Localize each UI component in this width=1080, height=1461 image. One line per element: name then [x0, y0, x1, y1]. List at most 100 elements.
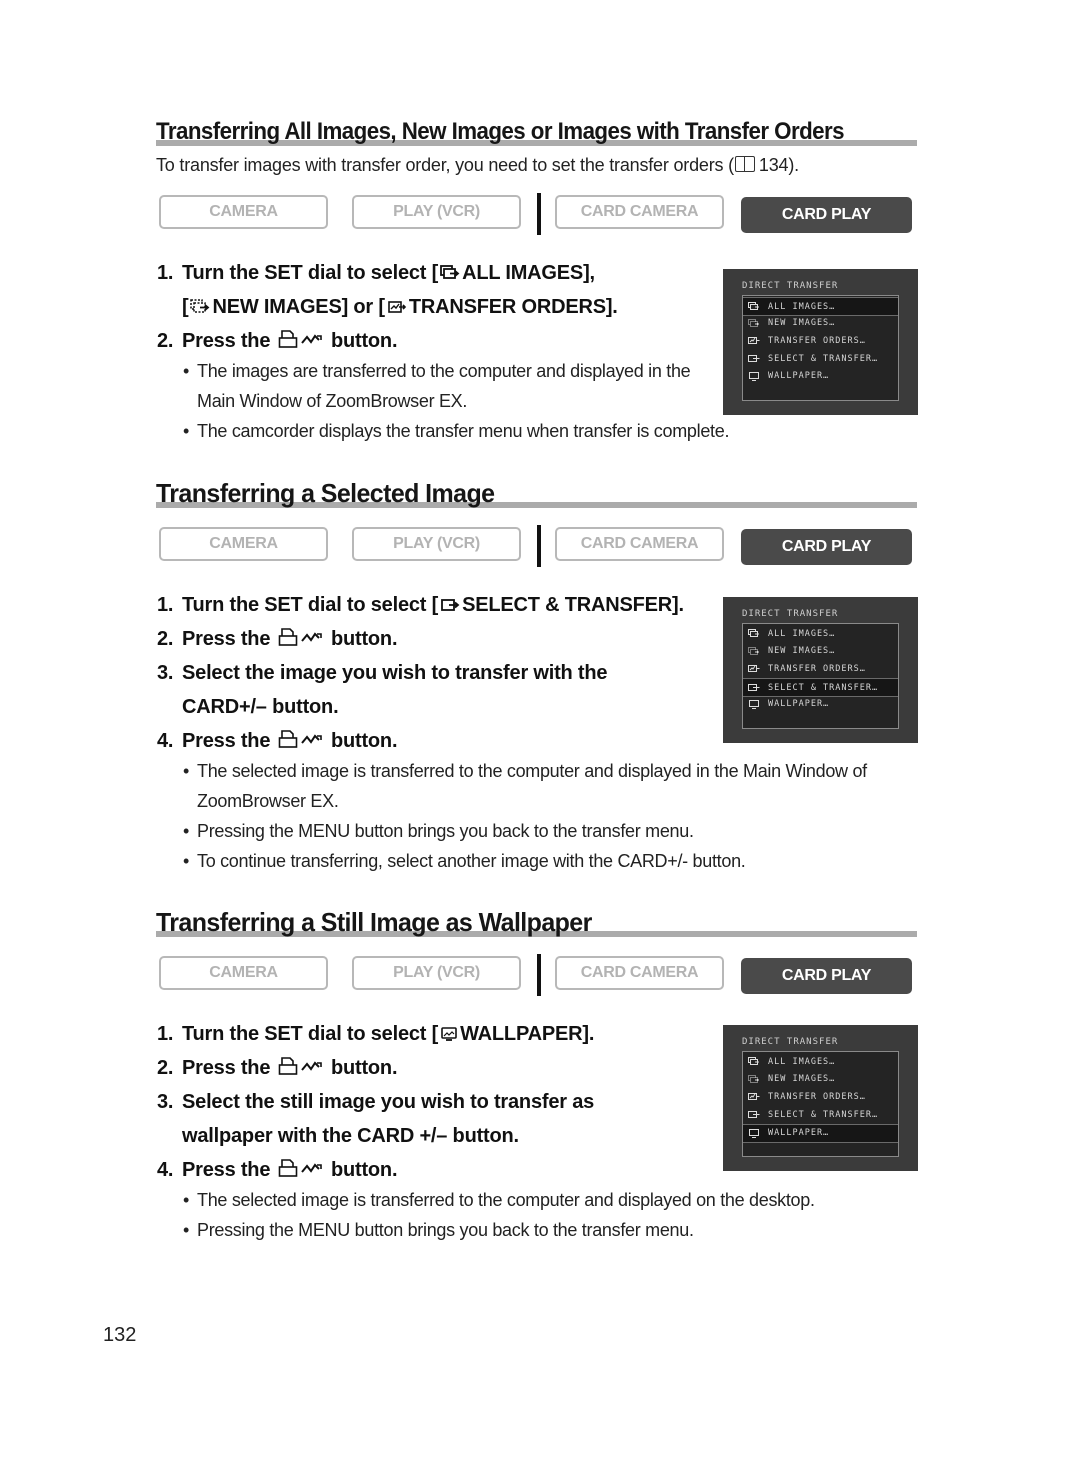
- mode-play-vcr: PLAY (VCR): [352, 527, 521, 561]
- lcd-menu-item-label: TRANSFER ORDERS…: [768, 1091, 866, 1102]
- lcd-menu-item-label: WALLPAPER…: [768, 371, 830, 382]
- lcd-menu-item: TRANSFER ORDERS…: [743, 332, 898, 349]
- steps-list: 1. Turn the SET dial to select [ WALLPAPE…: [157, 1019, 594, 1189]
- new-images-icon: [748, 646, 760, 656]
- new-images-icon: [190, 299, 210, 313]
- lcd-menu-item-label: NEW IMAGES…: [768, 318, 836, 329]
- lcd-menu-title: DIRECT TRANSFER: [742, 1037, 839, 1047]
- wallpaper-icon: [441, 1027, 457, 1041]
- lcd-menu-item: WALLPAPER…: [743, 368, 898, 385]
- step-1: 1. Turn the SET dial to select [ WALLPAPE…: [157, 1019, 594, 1050]
- mode-separator: [537, 954, 541, 996]
- new-images-icon: [748, 1074, 760, 1084]
- step-text: button.: [325, 628, 398, 650]
- lcd-menu-title: DIRECT TRANSFER: [742, 281, 839, 291]
- all-images-icon: [748, 629, 760, 638]
- step-text: Press the: [182, 1159, 276, 1181]
- step-text: button.: [325, 730, 398, 752]
- all-images-icon: [748, 1057, 760, 1066]
- mode-play-vcr: PLAY (VCR): [352, 195, 521, 229]
- lcd-menu-item: SELECT & TRANSFER…: [743, 1106, 898, 1123]
- step-text: [: [182, 296, 189, 318]
- step-text: Turn the SET dial to select [: [182, 1023, 439, 1045]
- transfer-orders-icon: [388, 301, 406, 313]
- step-1: 1. Turn the SET dial to select [ALL IMAG…: [157, 258, 618, 289]
- step-text: WALLPAPER].: [460, 1023, 595, 1045]
- lcd-menu-item-label: TRANSFER ORDERS…: [768, 663, 866, 674]
- step-text: button.: [325, 1057, 398, 1079]
- lcd-menu-item: WALLPAPER…: [743, 696, 898, 713]
- book-reference-icon: [734, 156, 755, 172]
- notes-list: The selected image is transferred to the…: [183, 757, 918, 877]
- mode-card-camera: CARD CAMERA: [555, 195, 724, 229]
- mode-camera: CAMERA: [159, 527, 328, 561]
- step-number: 2.: [157, 628, 174, 650]
- all-images-icon: [748, 302, 760, 311]
- lcd-menu-item-label: SELECT & TRANSFER…: [768, 1109, 879, 1120]
- print-share-button-icon: [278, 1057, 322, 1075]
- print-share-button-icon: [278, 628, 322, 646]
- transfer-orders-icon: [748, 336, 760, 345]
- lcd-menu-item-selected: ALL IMAGES…: [743, 297, 898, 316]
- lcd-menu-item-label: WALLPAPER…: [768, 699, 830, 710]
- mode-play-vcr: PLAY (VCR): [352, 956, 521, 990]
- mode-card-play-active: CARD PLAY: [741, 958, 912, 994]
- lcd-screen-direct-transfer: DIRECT TRANSFER ALL IMAGES… NEW IMAGES… TRA…: [723, 269, 918, 415]
- lcd-menu-item-label: ALL IMAGES…: [768, 301, 836, 312]
- step-1-continued: [NEW IMAGES] or [TRANSFER ORDERS].: [157, 292, 618, 323]
- step-3: 3. Select the image you wish to transfer…: [157, 658, 684, 689]
- lcd-menu-item-selected: WALLPAPER…: [743, 1123, 898, 1143]
- step-3-continued: CARD+/– button.: [157, 692, 684, 723]
- mode-indicator-bar: CAMERA PLAY (VCR) CARD CAMERA CARD PLAY: [159, 525, 912, 567]
- step-text: CARD+/– button.: [182, 696, 339, 718]
- lcd-menu-list: ALL IMAGES… NEW IMAGES… TRANSFER ORDERS… SE…: [742, 623, 899, 729]
- step-text: Select the image you wish to transfer wi…: [182, 662, 608, 684]
- mode-separator: [537, 193, 541, 235]
- step-text: button.: [325, 1159, 398, 1181]
- wallpaper-icon: [748, 1128, 760, 1138]
- mode-card-play-active: CARD PLAY: [741, 529, 912, 565]
- step-text: NEW IMAGES] or [: [212, 296, 385, 318]
- step-text: Select the still image you wish to trans…: [182, 1091, 595, 1113]
- step-number: 3.: [157, 1091, 174, 1113]
- transfer-orders-icon: [748, 1092, 760, 1101]
- notes-list: The images are transferred to the comput…: [183, 357, 729, 447]
- section-title: Transferring All Images, New Images or I…: [156, 118, 845, 145]
- note: The images are transferred to the comput…: [183, 357, 703, 416]
- step-text: wallpaper with the CARD +/– button.: [182, 1125, 519, 1147]
- note: The selected image is transferred to the…: [183, 1186, 918, 1216]
- lcd-menu-item-label: TRANSFER ORDERS…: [768, 335, 866, 346]
- lcd-menu-item-label: SELECT & TRANSFER…: [768, 682, 879, 693]
- step-number: 1.: [157, 1023, 174, 1045]
- lcd-menu-item: NEW IMAGES…: [743, 643, 898, 660]
- note: The selected image is transferred to the…: [183, 757, 918, 816]
- select-transfer-icon: [748, 1110, 760, 1119]
- lcd-menu-item: TRANSFER ORDERS…: [743, 1088, 898, 1105]
- lcd-menu-item-label: NEW IMAGES…: [768, 646, 836, 657]
- lcd-menu-item: NEW IMAGES…: [743, 315, 898, 332]
- section-heading-wallpaper: Transferring a Still Image as Wallpaper: [156, 907, 917, 938]
- section-heading-all-images: Transferring All Images, New Images or I…: [156, 118, 917, 146]
- select-transfer-icon: [748, 683, 760, 692]
- step-text: SELECT & TRANSFER].: [462, 594, 684, 616]
- step-text: button.: [325, 330, 398, 352]
- lcd-screen-direct-transfer: DIRECT TRANSFER ALL IMAGES… NEW IMAGES… TRA…: [723, 1025, 918, 1171]
- step-2: 2. Press the button.: [157, 326, 618, 357]
- lcd-menu-item-label: ALL IMAGES…: [768, 1056, 836, 1067]
- lcd-menu-item-label: WALLPAPER…: [768, 1128, 830, 1139]
- step-number: 2.: [157, 330, 174, 352]
- note: To continue transferring, select another…: [183, 847, 918, 877]
- notes-list: The selected image is transferred to the…: [183, 1186, 918, 1246]
- step-3-continued: wallpaper with the CARD +/– button.: [157, 1121, 594, 1152]
- step-number: 4.: [157, 1159, 174, 1181]
- mode-indicator-bar: CAMERA PLAY (VCR) CARD CAMERA CARD PLAY: [159, 954, 912, 996]
- intro-text-main: To transfer images with transfer order, …: [156, 155, 734, 175]
- lcd-menu-item-label: ALL IMAGES…: [768, 628, 836, 639]
- lcd-menu-list: ALL IMAGES… NEW IMAGES… TRANSFER ORDERS… SE…: [742, 1051, 899, 1157]
- lcd-menu-item: TRANSFER ORDERS…: [743, 660, 898, 677]
- print-share-button-icon: [278, 730, 322, 748]
- select-transfer-icon: [441, 599, 460, 611]
- section-title: Transferring a Selected Image: [156, 478, 495, 508]
- mode-card-play-active: CARD PLAY: [741, 197, 912, 233]
- mode-separator: [537, 525, 541, 567]
